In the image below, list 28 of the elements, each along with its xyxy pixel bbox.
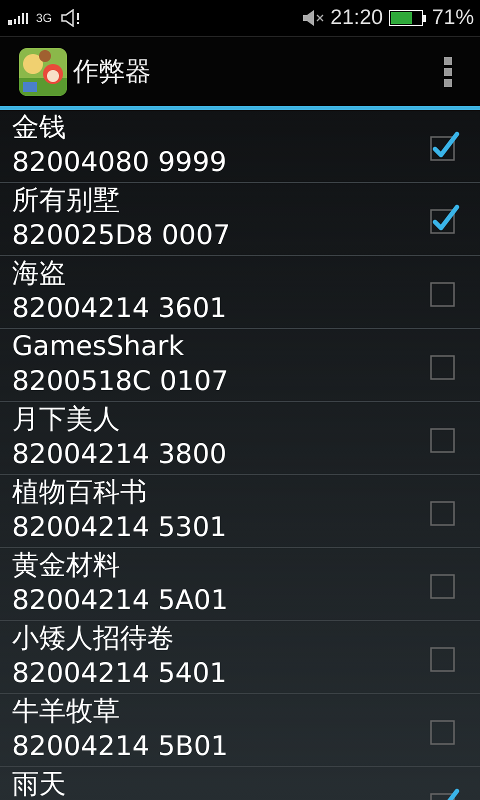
cheat-name: 小矮人招待卷: [12, 622, 175, 656]
cheat-name: 金钱: [12, 111, 67, 145]
cheat-name: 植物百科书: [12, 476, 148, 510]
cheat-code: 82004214 3601: [12, 292, 228, 326]
cheat-code: 82004214 5401: [12, 657, 228, 691]
cheat-code: 8200518C 0107: [12, 365, 230, 399]
cheat-name: 黄金材料: [12, 549, 121, 583]
cheat-name: GamesShark: [12, 330, 185, 364]
cheat-code: 82004080 9999: [12, 146, 228, 180]
cheat-code: 820025D8 0007: [12, 219, 232, 253]
checkbox[interactable]: [430, 203, 460, 235]
cheat-code: 82004214 3800: [12, 438, 228, 472]
cheat-name: 月下美人: [12, 403, 121, 437]
cheat-code: 82004214 5301: [12, 511, 228, 545]
cheat-code: 82004214 5A01: [12, 584, 230, 618]
cheat-name: 牛羊牧草: [12, 695, 121, 729]
battery-percent: 71%: [432, 6, 474, 30]
battery-icon: [388, 10, 426, 26]
network-type: 3G: [36, 12, 52, 24]
signal-icon: [8, 10, 28, 26]
cheat-name: 所有别墅: [12, 184, 121, 218]
mute-icon: [302, 9, 324, 27]
checkbox[interactable]: [430, 130, 460, 162]
cheat-name: 海盗: [12, 257, 67, 291]
app-title: 作弊器: [73, 56, 152, 89]
clock: 21:20: [330, 6, 383, 30]
cheat-code: 82004214 5B01: [12, 730, 230, 764]
cheat-name: 雨天: [12, 768, 67, 800]
